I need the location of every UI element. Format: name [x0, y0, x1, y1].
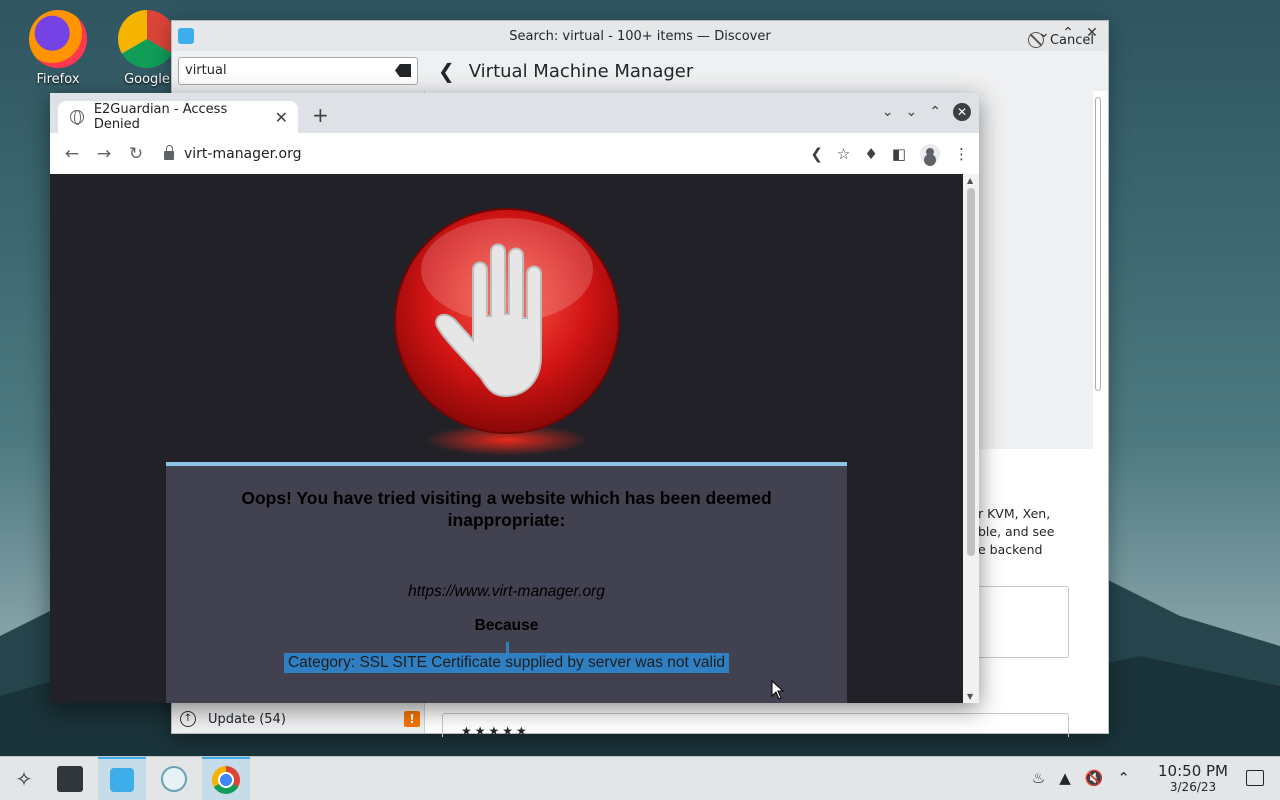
- text-cursor: [506, 642, 509, 659]
- chrome-icon: [212, 766, 240, 794]
- settings-icon: [57, 766, 83, 792]
- block-message-panel: Oops! You have tried visiting a website …: [166, 462, 847, 703]
- profile-avatar[interactable]: [920, 144, 940, 164]
- reload-button[interactable]: ↻: [120, 144, 152, 164]
- page-scrollbar[interactable]: ▲ ▼: [963, 174, 979, 703]
- block-heading: Oops! You have tried visiting a website …: [241, 488, 772, 530]
- clock-date: 3/26/23: [1169, 780, 1217, 794]
- description-line: ble, and see: [978, 524, 1055, 539]
- tab-strip: E2Guardian - Access Denied ✕ + ⌄ ⌄ ⌃ ✕: [50, 93, 979, 133]
- chrome-icon: [118, 10, 176, 68]
- taskbar: ✧ ♨ ▲ 🔇 ⌃ 10:50 PM 3/26/23: [0, 756, 1280, 800]
- search-value: virtual: [185, 63, 227, 78]
- tab-search-button[interactable]: ⌄: [882, 104, 894, 120]
- update-icon: ↑: [180, 711, 196, 727]
- notifications-icon[interactable]: ♨: [1032, 769, 1045, 787]
- new-tab-button[interactable]: +: [312, 103, 329, 127]
- taskbar-item-chrome[interactable]: [202, 757, 250, 800]
- application-launcher[interactable]: ✧: [0, 757, 48, 800]
- launcher-icon: ✧: [15, 767, 33, 791]
- scrollbar-thumb[interactable]: [967, 188, 975, 556]
- discover-app-icon: [178, 28, 194, 44]
- maximize-button[interactable]: ⌃: [929, 104, 941, 120]
- discover-icon: [110, 768, 134, 792]
- warning-badge: !: [404, 711, 420, 727]
- volume-muted-icon[interactable]: 🔇: [1085, 769, 1104, 787]
- taskbar-item-settings[interactable]: [46, 757, 94, 800]
- back-button[interactable]: ←: [56, 144, 88, 164]
- minimize-button[interactable]: ⌄: [906, 104, 918, 120]
- blocked-url: https://www.virt-manager.org: [408, 583, 605, 600]
- firefox-icon: [29, 10, 87, 68]
- desktop-icon-label: Google: [124, 72, 170, 87]
- stop-hand-icon: [394, 208, 620, 456]
- address-bar[interactable]: virt-manager.org: [184, 146, 302, 162]
- cancel-label: Cancel: [1049, 32, 1094, 48]
- description-line: e backend: [978, 542, 1043, 557]
- sidebar-item-label: Update (54): [208, 711, 286, 727]
- forward-button[interactable]: →: [88, 144, 120, 164]
- clock[interactable]: 10:50 PM 3/26/23: [1158, 762, 1228, 794]
- search-input[interactable]: virtual: [178, 57, 418, 85]
- page-viewport: Oops! You have tried visiting a website …: [50, 174, 963, 703]
- because-label: Because: [474, 617, 539, 634]
- sidebar-item-update[interactable]: ↑ Update (54) !: [180, 711, 420, 727]
- discover-titlebar[interactable]: Search: virtual - 100+ items — Discover …: [172, 21, 1108, 51]
- app-icon: [161, 766, 187, 792]
- window-title: Search: virtual - 100+ items — Discover: [509, 28, 771, 44]
- scroll-down-arrow[interactable]: ▼: [967, 692, 973, 701]
- desktop-icon-firefox[interactable]: Firefox: [13, 10, 103, 87]
- description-line: r KVM, Xen,: [978, 506, 1051, 521]
- globe-icon: [70, 110, 84, 125]
- menu-icon[interactable]: ⋮: [954, 145, 969, 163]
- scrollbar[interactable]: [1095, 97, 1101, 391]
- tab-title: E2Guardian - Access Denied: [93, 102, 228, 132]
- taskbar-item-app[interactable]: [150, 757, 198, 800]
- share-icon[interactable]: ❮: [810, 145, 823, 163]
- app-description: r KVM, Xen, ble, and see e backend: [978, 505, 1106, 559]
- system-tray: ♨ ▲ 🔇 ⌃: [1032, 769, 1130, 787]
- mouse-pointer-icon: [771, 680, 784, 700]
- extensions-icon[interactable]: ♦: [864, 145, 877, 163]
- clock-time: 10:50 PM: [1158, 762, 1228, 780]
- cancel-button[interactable]: Cancel: [1027, 32, 1094, 48]
- chevron-up-icon[interactable]: ⌃: [1117, 769, 1130, 787]
- chrome-window: E2Guardian - Access Denied ✕ + ⌄ ⌄ ⌃ ✕ ←…: [50, 93, 979, 703]
- close-tab-icon[interactable]: ✕: [275, 108, 288, 127]
- cancel-icon: [1027, 32, 1044, 48]
- page-header: ❮ Virtual Machine Manager: [426, 51, 1108, 91]
- back-button[interactable]: ❮: [438, 59, 455, 83]
- page-title: Virtual Machine Manager: [468, 60, 694, 82]
- show-desktop-button[interactable]: [1246, 770, 1264, 786]
- lock-icon[interactable]: [164, 145, 174, 160]
- rating-card: ★★★★★: [442, 713, 1069, 738]
- browser-toolbar: ← → ↻ virt-manager.org ❮ ☆ ♦ ◧ ⋮: [50, 133, 979, 174]
- clear-icon[interactable]: [395, 64, 411, 77]
- updates-icon[interactable]: ▲: [1059, 769, 1071, 787]
- bookmark-star-icon[interactable]: ☆: [837, 145, 850, 163]
- side-panel-icon[interactable]: ◧: [892, 145, 906, 163]
- close-window-button[interactable]: ✕: [953, 103, 971, 121]
- desktop-icon-label: Firefox: [36, 72, 80, 87]
- rating-stars: ★★★★★: [461, 724, 530, 738]
- tab-e2guardian[interactable]: E2Guardian - Access Denied ✕: [58, 101, 298, 133]
- scroll-up-arrow[interactable]: ▲: [967, 176, 973, 185]
- taskbar-item-discover[interactable]: [98, 757, 146, 800]
